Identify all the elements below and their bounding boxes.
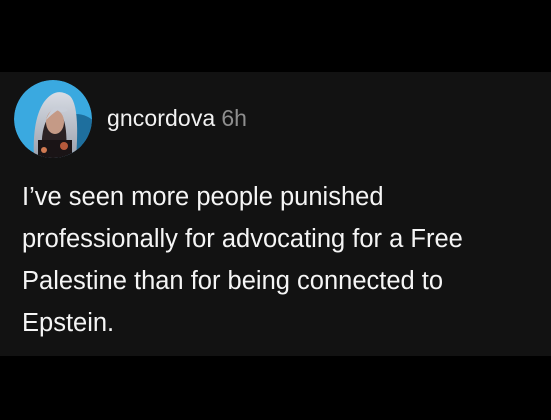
post-timestamp: 6h [221,105,247,131]
avatar-image [14,80,92,158]
screenshot-frame: gncordova 6h I’ve seen more people punis… [0,0,551,420]
post-body-text: I’ve seen more people punished professio… [22,183,463,337]
user-avatar[interactable] [14,80,92,158]
username-link[interactable]: gncordova [107,105,215,132]
post-header: gncordova 6h [107,105,247,137]
post-card: gncordova 6h I’ve seen more people punis… [0,72,551,356]
